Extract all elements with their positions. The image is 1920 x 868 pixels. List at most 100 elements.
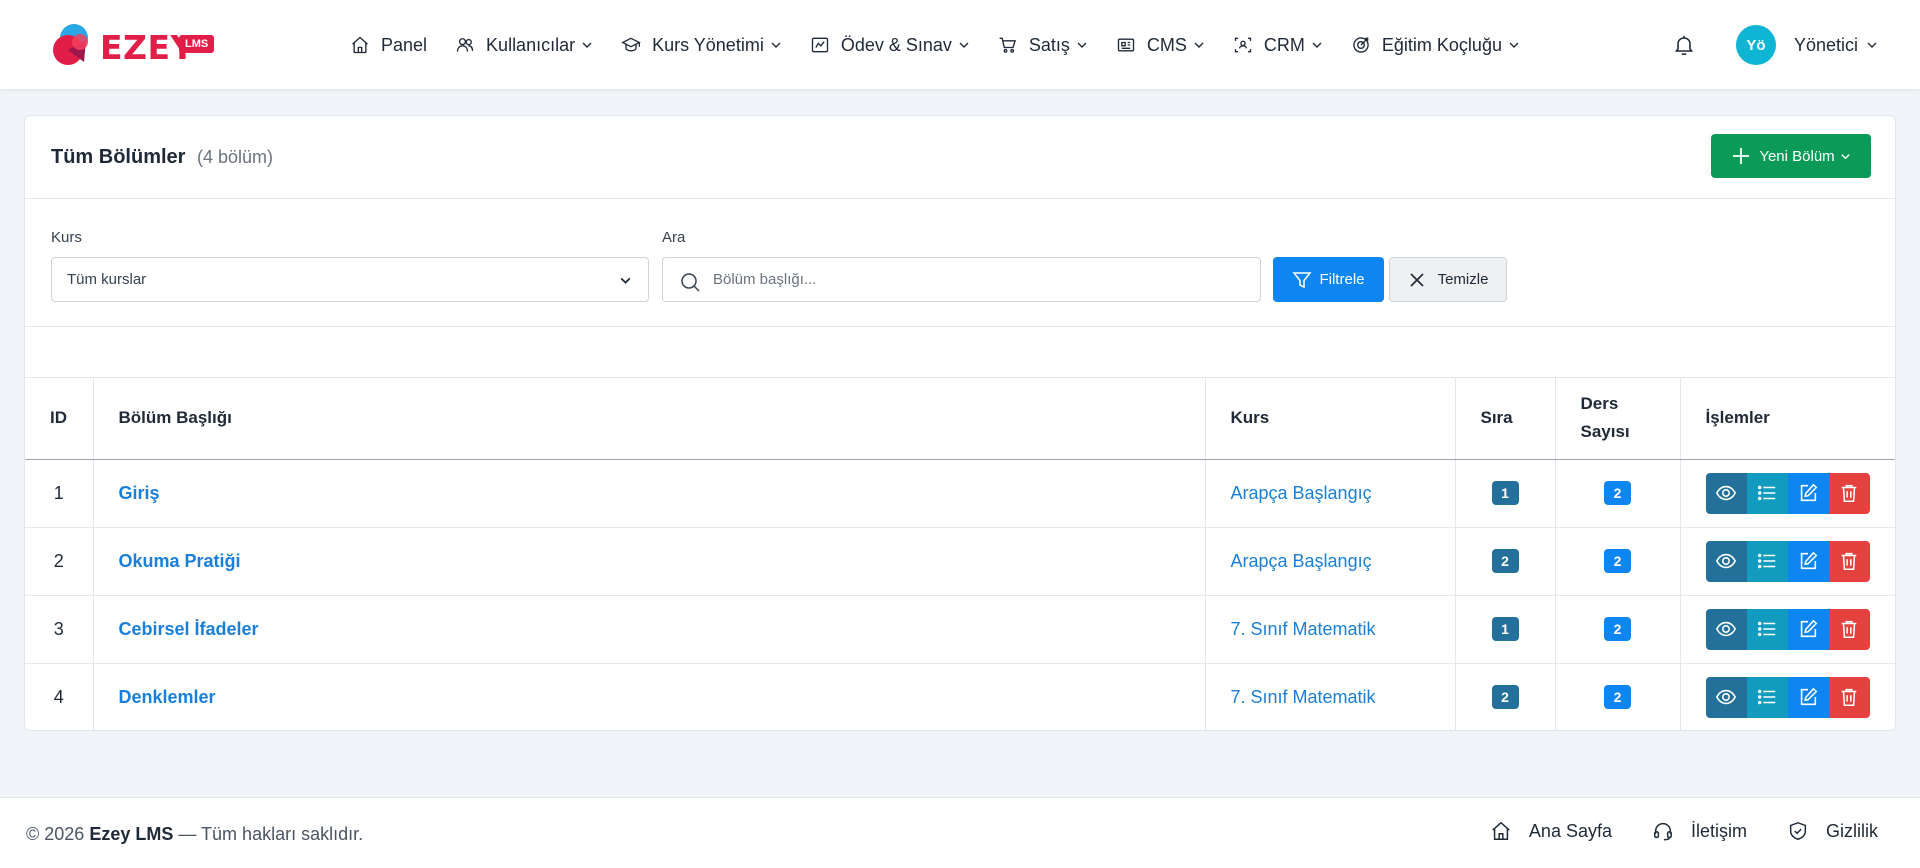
copyright: © 2026 Ezey LMS — Tüm hakları saklıdır.	[26, 824, 363, 845]
lessons-button[interactable]	[1746, 540, 1788, 582]
view-button[interactable]	[1705, 676, 1747, 718]
search-icon	[681, 273, 700, 292]
list-icon	[1756, 482, 1778, 504]
view-button[interactable]	[1705, 608, 1747, 650]
column-header-course[interactable]: Kurs	[1205, 378, 1456, 460]
brand-logo[interactable]: EZEY LMS	[50, 18, 225, 74]
chevron-down-icon	[959, 42, 969, 48]
nav-item-sales[interactable]: Satış	[998, 35, 1088, 56]
nav-item-course-management[interactable]: Kurs Yönetimi	[621, 35, 782, 56]
edit-button[interactable]	[1787, 676, 1829, 718]
view-button[interactable]	[1705, 540, 1747, 582]
lessons-button[interactable]	[1746, 472, 1788, 514]
edit-button[interactable]	[1787, 540, 1829, 582]
copyright-prefix: © 2026	[26, 824, 85, 844]
user-name: Yönetici	[1794, 34, 1859, 55]
nav-item-label: Eğitim Koçluğu	[1381, 34, 1502, 55]
section-title-link[interactable]: Denklemler	[119, 687, 216, 707]
logo-mark-icon	[53, 24, 88, 65]
row-actions	[1705, 676, 1871, 718]
avatar: Yö	[1736, 25, 1776, 65]
section-count: (4 bölüm)	[197, 147, 274, 167]
table-row: 1 Giriş Arapça Başlangıç 1 2	[25, 459, 1895, 528]
lesson-count-badge: 2	[1604, 481, 1631, 505]
column-header-lesson-count-line2: Sayısı	[1580, 422, 1630, 442]
section-title-link[interactable]: Giriş	[119, 483, 160, 503]
order-badge: 1	[1491, 617, 1519, 641]
section-title-link[interactable]: Okuma Pratiği	[119, 551, 241, 571]
clear-button[interactable]: Temizle	[1389, 257, 1507, 302]
user-menu[interactable]: Yö Yönetici	[1736, 25, 1878, 65]
lessons-button[interactable]	[1746, 676, 1788, 718]
newspaper-icon	[1117, 38, 1135, 52]
nav-item-panel[interactable]: Panel	[350, 35, 427, 56]
eye-icon	[1715, 482, 1737, 504]
cell-id: 1	[25, 459, 94, 528]
search-input[interactable]	[713, 258, 1243, 301]
cell-id: 4	[25, 663, 94, 731]
nav-item-label: Ödev & Sınav	[840, 34, 952, 55]
delete-button[interactable]	[1828, 608, 1870, 650]
column-header-id[interactable]: ID	[25, 378, 94, 460]
course-link[interactable]: Arapça Başlangıç	[1231, 483, 1372, 503]
cell-id: 3	[25, 595, 94, 664]
filter-button[interactable]: Filtrele	[1273, 257, 1384, 302]
delete-button[interactable]	[1828, 540, 1870, 582]
clear-button-label: Temizle	[1437, 271, 1489, 288]
course-select[interactable]: Tüm kurslar	[51, 257, 649, 302]
footer-link-contact[interactable]: İletişim	[1652, 820, 1747, 842]
nav-item-users[interactable]: Kullanıcılar	[455, 35, 593, 56]
list-icon	[1756, 686, 1778, 708]
footer-link-home[interactable]: Ana Sayfa	[1490, 820, 1612, 842]
edit-button[interactable]	[1787, 608, 1829, 650]
nav-item-label: CMS	[1146, 34, 1187, 55]
lesson-count-badge: 2	[1604, 549, 1631, 573]
footer-link-privacy[interactable]: Gizlilik	[1787, 820, 1878, 842]
edit-icon	[1797, 482, 1819, 504]
delete-button[interactable]	[1828, 472, 1870, 514]
chevron-down-icon	[620, 277, 631, 284]
course-link[interactable]: Arapça Başlangıç	[1231, 551, 1372, 571]
edit-icon	[1797, 550, 1819, 572]
nav-item-crm[interactable]: CRM	[1233, 35, 1323, 56]
chevron-down-icon	[1312, 42, 1322, 48]
nav-item-coaching[interactable]: Eğitim Koçluğu	[1351, 35, 1520, 56]
copyright-brand: Ezey LMS	[89, 824, 174, 844]
nav-item-homework-exam[interactable]: Ödev & Sınav	[810, 35, 970, 56]
table-body: 1 Giriş Arapça Başlangıç 1 2 2 Okuma Pratiği Ar…	[25, 459, 1895, 731]
table-row: 3 Cebirsel İfadeler 7. Sınıf Matematik 1 2	[25, 595, 1895, 664]
trash-icon	[1838, 550, 1860, 572]
table-row: 2 Okuma Pratiği Arapça Başlangıç 2 2	[25, 527, 1895, 596]
chevron-down-icon	[582, 42, 592, 48]
trash-icon	[1838, 482, 1860, 504]
lessons-button[interactable]	[1746, 608, 1788, 650]
cart-icon	[999, 37, 1016, 53]
delete-button[interactable]	[1828, 676, 1870, 718]
column-header-order[interactable]: Sıra	[1455, 378, 1556, 460]
filter-bar: Kurs Tüm kurslar Ara Filtrele Temizle	[25, 199, 1895, 327]
new-section-button[interactable]: Yeni Bölüm	[1711, 134, 1871, 178]
target-icon	[1353, 37, 1369, 53]
course-select-value: Tüm kurslar	[67, 271, 147, 288]
section-title-link[interactable]: Cebirsel İfadeler	[119, 619, 259, 639]
eye-icon	[1715, 550, 1737, 572]
bell-icon[interactable]	[1672, 33, 1696, 57]
nav-item-cms[interactable]: CMS	[1116, 35, 1205, 56]
order-badge: 2	[1491, 685, 1519, 710]
filter-button-label: Filtrele	[1319, 271, 1365, 288]
footer-link-label: Ana Sayfa	[1528, 820, 1612, 841]
course-link[interactable]: 7. Sınıf Matematik	[1231, 687, 1376, 707]
course-link[interactable]: 7. Sınıf Matematik	[1231, 619, 1376, 639]
column-header-actions: İşlemler	[1680, 378, 1895, 460]
view-button[interactable]	[1705, 472, 1747, 514]
main-nav: Panel Kullanıcılar Kurs Yönetimi Ödev & …	[350, 0, 1548, 90]
toolbar-spacer	[25, 327, 1895, 378]
page-title: Tüm Bölümler	[51, 146, 186, 168]
card-header: Tüm Bölümler (4 bölüm) Yeni Bölüm	[25, 116, 1895, 199]
column-header-title[interactable]: Bölüm Başlığı	[93, 378, 1206, 460]
column-header-lesson-count[interactable]: Ders Sayısı	[1555, 378, 1681, 460]
edit-button[interactable]	[1787, 472, 1829, 514]
trash-icon	[1838, 686, 1860, 708]
chevron-down-icon	[771, 42, 781, 48]
copyright-suffix: — Tüm hakları saklıdır.	[178, 824, 364, 844]
